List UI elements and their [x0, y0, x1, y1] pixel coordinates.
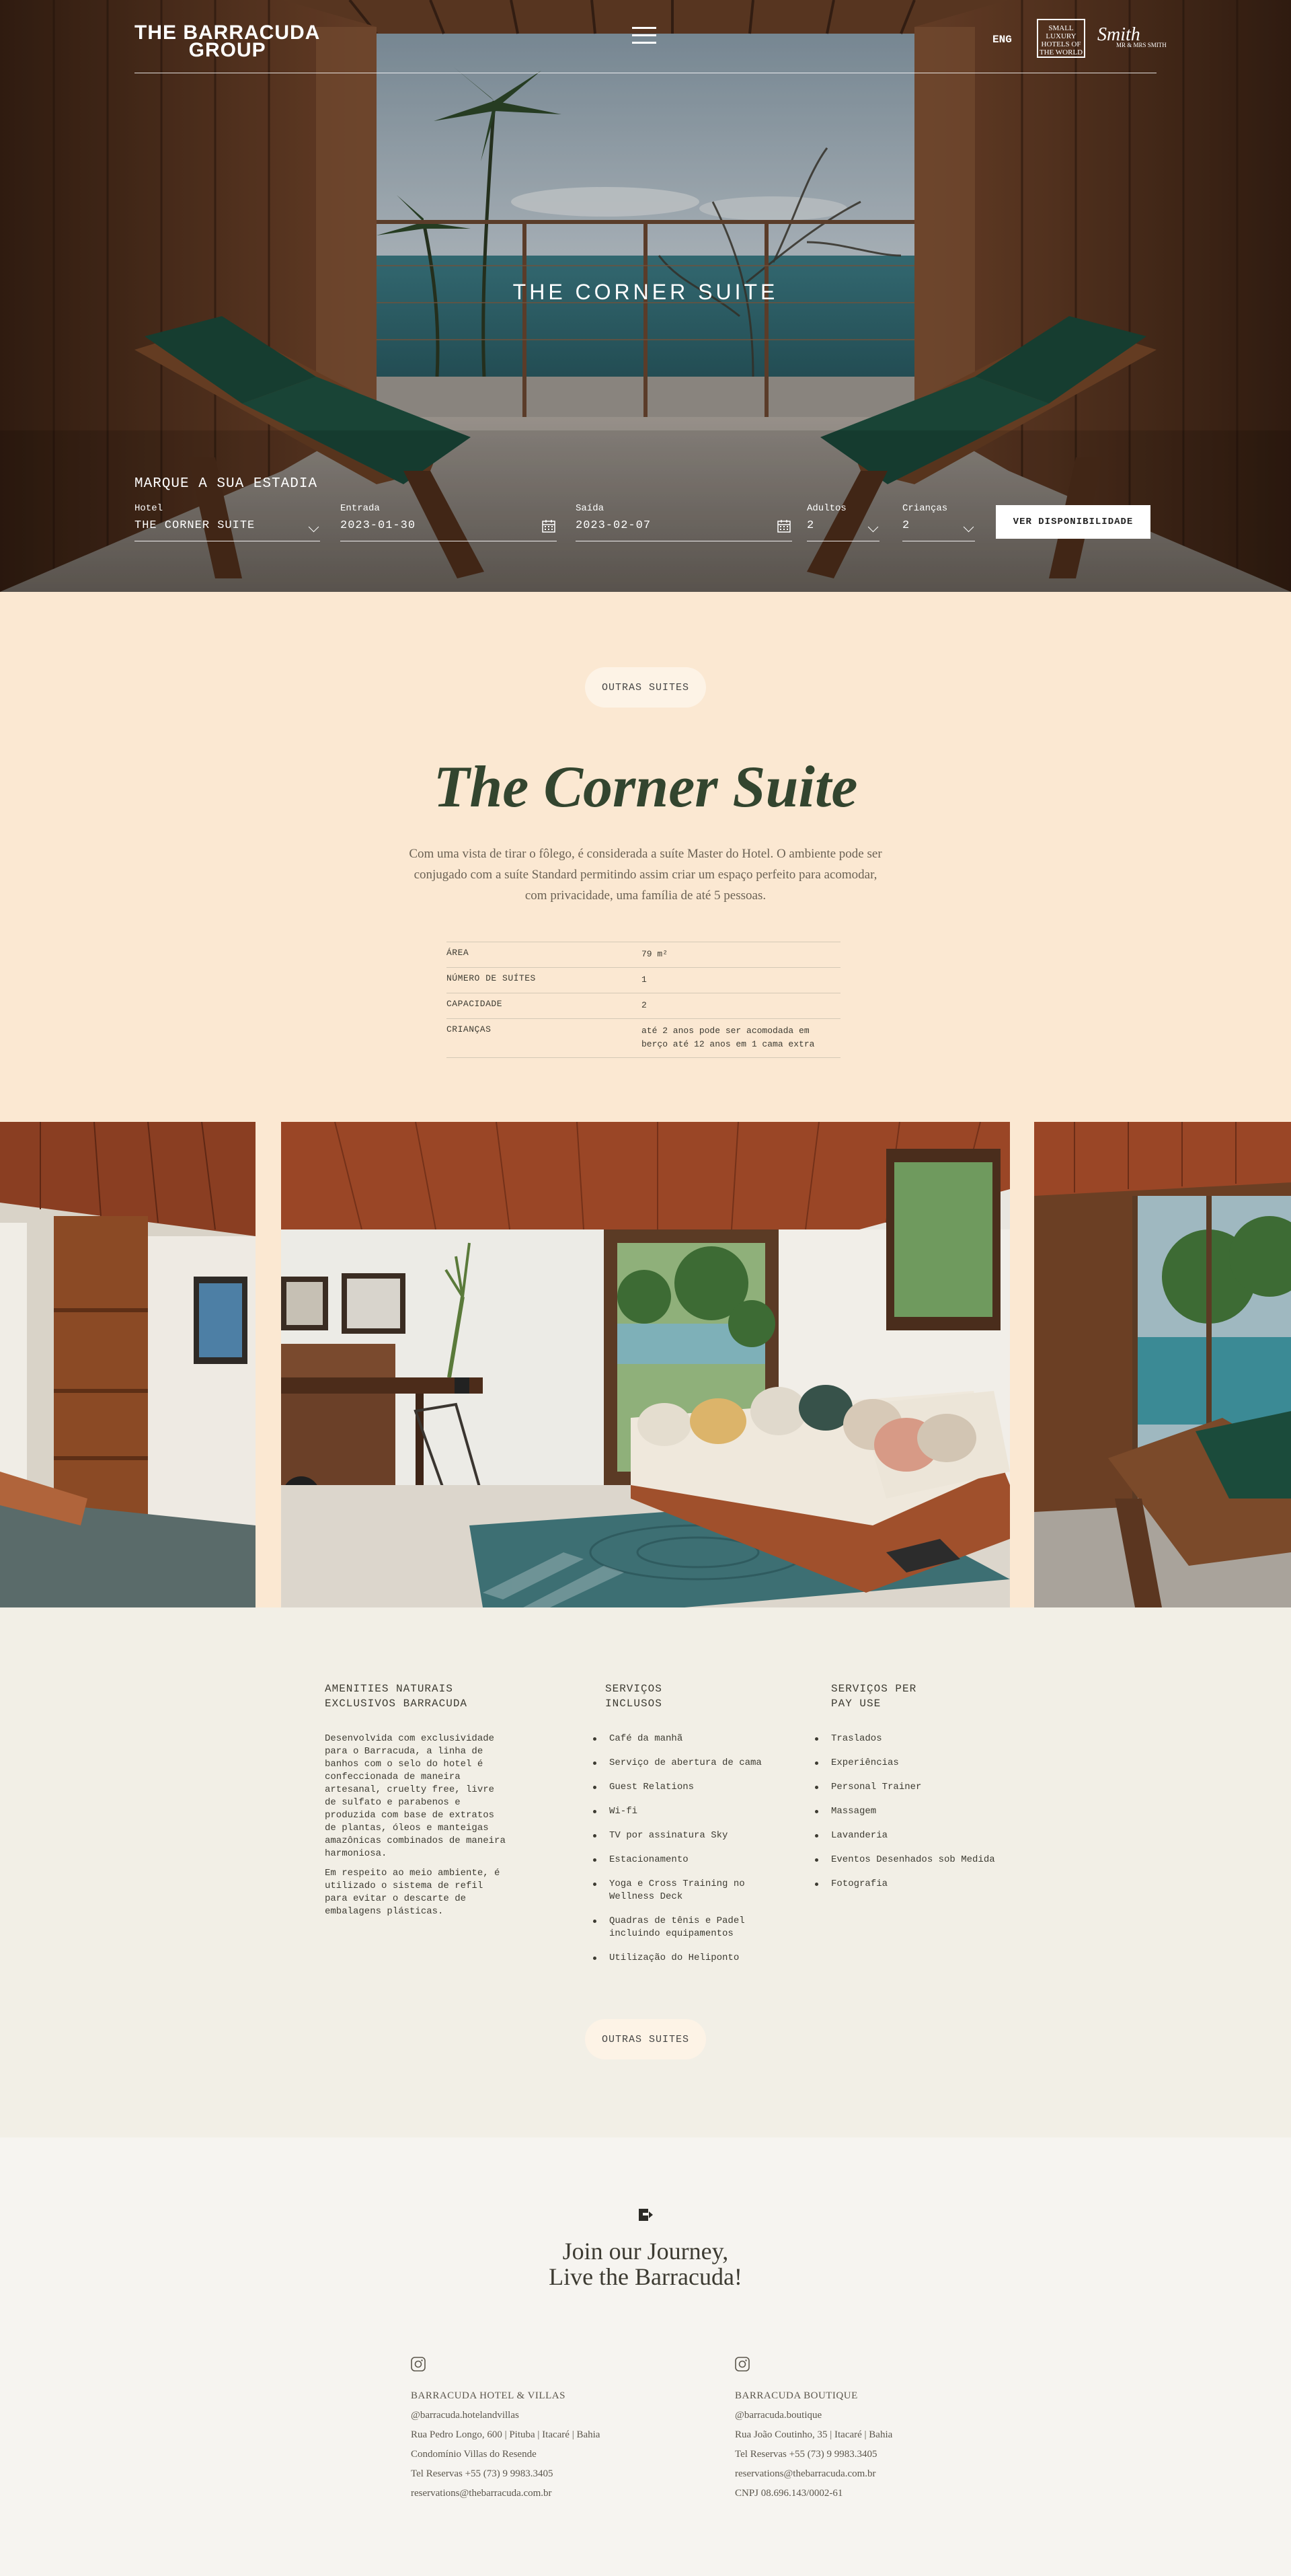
boutique-contact: BARRACUDA BOUTIQUE @barracuda.boutique R…: [735, 2357, 990, 2503]
spec-value: 1: [641, 975, 647, 985]
smith-logo-sub: MR & MRS SMITH: [1116, 42, 1167, 48]
list-item: Experiências: [814, 1757, 1035, 1770]
natural-amenities-text-2: Em respeito ao meio ambiente, é utilizad…: [325, 1868, 500, 1917]
hotel-select[interactable]: Hotel THE CORNER SUITE: [134, 503, 320, 541]
checkout-date-field[interactable]: Saída 2023-02-07: [576, 503, 792, 541]
check-availability-button[interactable]: VER DISPONIBILIDADE: [996, 505, 1150, 539]
list-item: Guest Relations: [592, 1781, 767, 1794]
other-suites-button[interactable]: OUTRAS SUITES: [585, 667, 706, 708]
slh-logo-text: SMALL LUXURY HOTELS OF THE WORLD: [1039, 24, 1083, 56]
calendar-icon[interactable]: [777, 519, 791, 533]
checkout-value: 2023-02-07: [576, 519, 652, 532]
journey-line-2: Live the Barracuda!: [549, 2263, 742, 2290]
journey-line-1: Join our Journey,: [562, 2238, 729, 2265]
children-value: 2: [902, 519, 910, 532]
barracuda-group-logo[interactable]: THE BARRACUDA GROUP: [134, 23, 320, 61]
barracuda-mark-icon: [639, 2209, 653, 2221]
mr-mrs-smith-logo[interactable]: Smith MR & MRS SMITH: [1097, 24, 1167, 48]
adults-label: Adultos: [807, 503, 847, 514]
chevron-down-icon: [963, 521, 974, 533]
contact-phone-link[interactable]: Tel Reservas +55 (73) 9 9983.3405: [411, 2464, 666, 2484]
list-item: Quadras de tênis e Padel incluindo equip…: [592, 1915, 767, 1940]
included-services-heading: SERVIÇOS INCLUSOS: [605, 1683, 662, 1710]
list-item: Utilização do Heliponto: [592, 1952, 767, 1965]
spec-label: CRIANÇAS: [446, 1024, 492, 1034]
adults-select[interactable]: Adultos 2: [807, 503, 879, 541]
contact-phone-link[interactable]: Tel Reservas +55 (73) 9 9983.3405: [735, 2445, 990, 2464]
contact-address: Rua Pedro Longo, 600 | Pituba | Itacaré …: [411, 2429, 600, 2440]
spec-label: NÚMERO DE SUÍTES: [446, 973, 536, 983]
suite-intro-section: OUTRAS SUITES The Corner Suite Com uma v…: [0, 592, 1291, 1122]
spec-value: até 2 anos pode ser acomodada em berço a…: [641, 1026, 815, 1049]
checkout-label: Saída: [576, 503, 604, 514]
spec-value: 79 m²: [641, 949, 668, 959]
spec-label: CAPACIDADE: [446, 999, 503, 1009]
list-item: Wi-fi: [592, 1805, 767, 1818]
list-item: Fotografia: [814, 1878, 1035, 1891]
children-label: Crianças: [902, 503, 948, 514]
list-item: Yoga e Cross Training no Wellness Deck: [592, 1878, 767, 1903]
logo-line-2: GROUP: [188, 39, 266, 61]
spec-value: 2: [641, 1000, 647, 1010]
payperuse-services-heading: SERVIÇOS PER PAY USE: [831, 1683, 917, 1710]
list-item: Massagem: [814, 1805, 1035, 1818]
gallery-image-bedroom-shelves[interactable]: [0, 1122, 256, 1607]
spec-label: ÁREA: [446, 948, 469, 958]
slh-logo[interactable]: SMALL LUXURY HOTELS OF THE WORLD: [1037, 19, 1085, 58]
spec-row-area: ÁREA 79 m²: [446, 942, 840, 968]
contact-condo: Condomínio Villas do Resende: [411, 2449, 537, 2460]
hotel-label: Hotel: [134, 503, 163, 514]
spec-row-capacity: CAPACIDADE 2: [446, 993, 840, 1019]
checkin-date-field[interactable]: Entrada 2023-01-30: [340, 503, 557, 541]
list-item: Serviço de abertura de cama: [592, 1757, 767, 1770]
calendar-icon[interactable]: [542, 519, 555, 533]
list-item: Traslados: [814, 1733, 1035, 1745]
payperuse-services-list: Traslados Experiências Personal Trainer …: [814, 1733, 1035, 1902]
checkin-value: 2023-01-30: [340, 519, 416, 532]
contact-name: BARRACUDA HOTEL & VILLAS: [411, 2390, 565, 2401]
list-item: Eventos Desenhados sob Medida: [814, 1854, 1035, 1866]
contact-cnpj: CNPJ 08.696.143/0002-61: [735, 2488, 843, 2499]
natural-amenities-heading: AMENITIES NATURAIS EXCLUSIVOS BARRACUDA: [325, 1683, 468, 1710]
chevron-down-icon: [867, 521, 879, 533]
contact-name: BARRACUDA BOUTIQUE: [735, 2390, 858, 2401]
adults-value: 2: [807, 519, 815, 532]
footer: Join our Journey, Live the Barracuda! BA…: [0, 2137, 1291, 2576]
suite-specs-table: ÁREA 79 m² NÚMERO DE SUÍTES 1 CAPACIDADE…: [446, 942, 840, 1058]
spec-row-suites: NÚMERO DE SUÍTES 1: [446, 968, 840, 993]
hamburger-menu-icon[interactable]: [632, 27, 656, 46]
list-item: Lavanderia: [814, 1829, 1035, 1842]
instagram-handle-link[interactable]: @barracuda.hotelandvillas: [411, 2406, 666, 2425]
list-item: Café da manhã: [592, 1733, 767, 1745]
contact-email-link[interactable]: reservations@thebarracuda.com.br: [735, 2464, 990, 2484]
amenities-section: AMENITIES NATURAIS EXCLUSIVOS BARRACUDA …: [0, 1607, 1291, 2137]
instagram-handle-link[interactable]: @barracuda.boutique: [735, 2406, 990, 2425]
checkin-label: Entrada: [340, 503, 380, 514]
instagram-icon[interactable]: [735, 2357, 750, 2372]
hero-title: THE CORNER SUITE: [512, 280, 779, 304]
hero-section: THE BARRACUDA GROUP ENG SMALL LUXURY HOT…: [0, 0, 1291, 592]
children-select[interactable]: Crianças 2: [902, 503, 975, 541]
gallery-image-balcony-chair[interactable]: [1034, 1122, 1291, 1607]
gallery-image-living-area[interactable]: [281, 1122, 1010, 1607]
list-item: Estacionamento: [592, 1854, 767, 1866]
included-services-list: Café da manhã Serviço de abertura de cam…: [592, 1733, 767, 1976]
contact-email-link[interactable]: reservations@thebarracuda.com.br: [411, 2484, 666, 2503]
hotel-value: THE CORNER SUITE: [134, 519, 256, 532]
natural-amenities-text: Desenvolvida com exclusividade para o Ba…: [325, 1733, 506, 1859]
suite-title: The Corner Suite: [433, 755, 858, 820]
list-item: Personal Trainer: [814, 1781, 1035, 1794]
booking-heading: MARQUE A SUA ESTADIA: [134, 476, 318, 492]
contact-address: Rua João Coutinho, 35 | Itacaré | Bahia: [735, 2429, 893, 2440]
spec-row-children: CRIANÇAS até 2 anos pode ser acomodada e…: [446, 1019, 840, 1058]
journey-tagline: Join our Journey, Live the Barracuda!: [0, 2238, 1291, 2289]
list-item: TV por assinatura Sky: [592, 1829, 767, 1842]
language-switch[interactable]: ENG: [992, 34, 1012, 46]
instagram-icon[interactable]: [411, 2357, 426, 2372]
other-suites-button-bottom[interactable]: OUTRAS SUITES: [585, 2019, 706, 2059]
suite-gallery-carousel[interactable]: [0, 1122, 1291, 1607]
suite-description: Com uma vista de tirar o fôlego, é consi…: [409, 847, 882, 903]
hotel-villas-contact: BARRACUDA HOTEL & VILLAS @barracuda.hote…: [411, 2357, 666, 2503]
chevron-down-icon: [308, 521, 319, 533]
